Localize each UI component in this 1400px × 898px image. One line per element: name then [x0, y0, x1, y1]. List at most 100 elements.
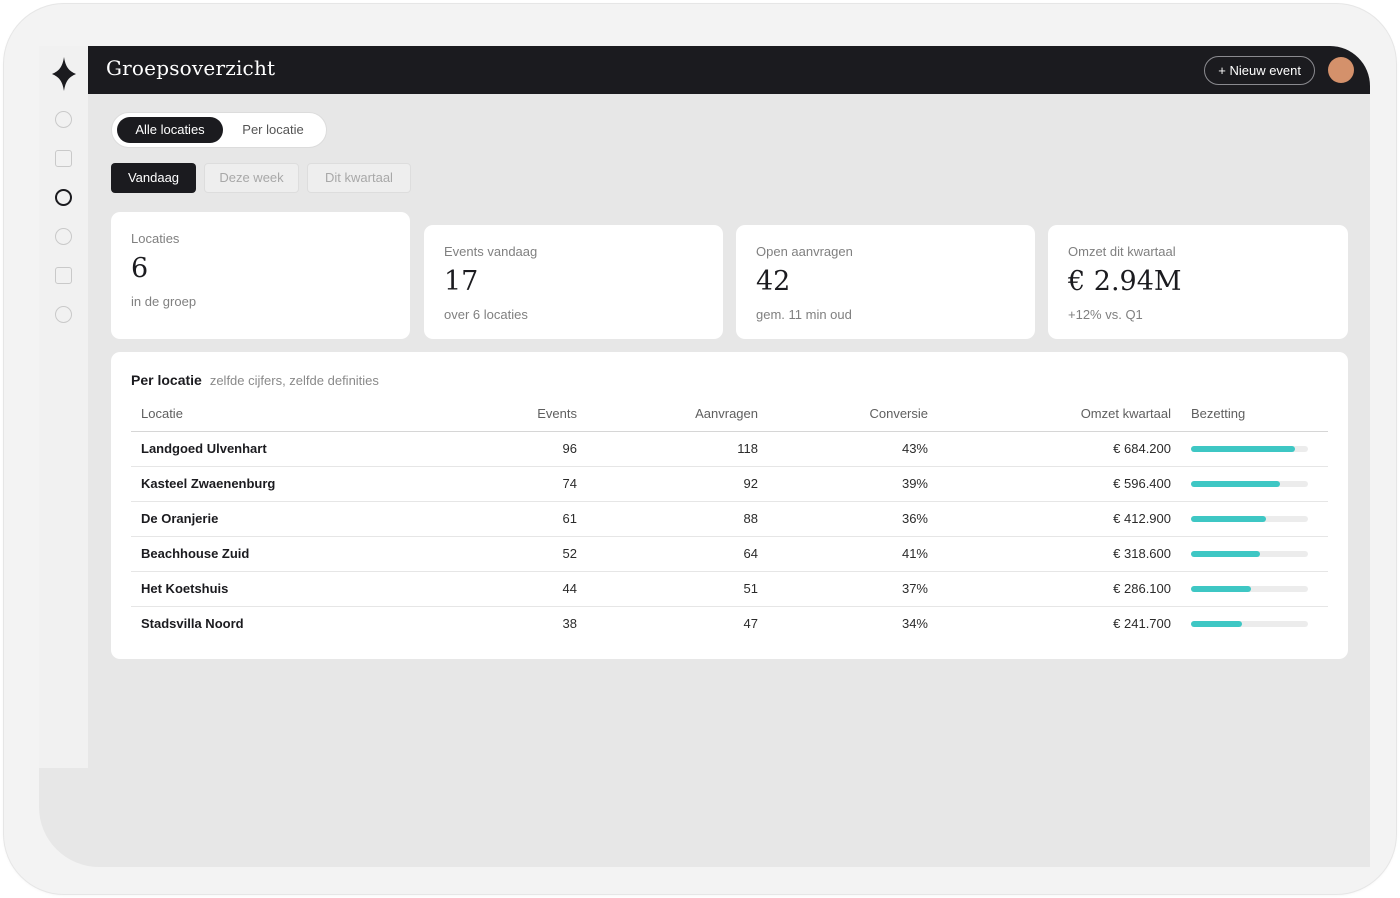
occupancy-bar: [1191, 550, 1308, 557]
occupancy-cell: [1181, 536, 1328, 572]
column-header[interactable]: Aanvragen: [587, 397, 768, 432]
scope-option-per-location[interactable]: Per locatie: [228, 117, 318, 143]
revenue-cell: € 286.100: [938, 571, 1181, 607]
location-name-cell: De Oranjerie: [131, 501, 471, 537]
kpi-label: Open aanvragen: [756, 244, 853, 259]
occupancy-bar: [1191, 480, 1308, 487]
occupancy-cell: [1181, 501, 1328, 537]
nav-item-4-icon[interactable]: [55, 228, 72, 245]
occupancy-bar: [1191, 445, 1308, 452]
kpi-sub: gem. 11 min oud: [756, 307, 852, 322]
locations-table: Locatie Events Aanvragen Conversie Omzet…: [131, 397, 1328, 641]
events-cell: 44: [471, 571, 587, 607]
table-subtitle: zelfde cijfers, zelfde definities: [209, 373, 379, 388]
revenue-cell: € 684.200: [938, 431, 1181, 467]
kpi-value: 42: [756, 266, 791, 297]
location-name-cell: Landgoed Ulvenhart: [131, 431, 471, 467]
table-row[interactable]: Kasteel Zwaenenburg 74 92 39% € 596.400: [131, 466, 1328, 502]
requests-cell: 118: [587, 431, 768, 467]
page-title: Groepsoverzicht: [106, 56, 276, 80]
nav-item-2-icon[interactable]: [55, 150, 72, 167]
occupancy-cell: [1181, 571, 1328, 607]
occupancy-bar: [1191, 620, 1308, 627]
scope-option-all[interactable]: Alle locaties: [117, 117, 223, 143]
kpi-label: Events vandaag: [444, 244, 538, 259]
revenue-cell: € 596.400: [938, 466, 1181, 502]
conversion-cell: 37%: [768, 571, 938, 607]
occupancy-bar-fill: [1191, 550, 1261, 557]
requests-cell: 51: [587, 571, 768, 607]
nav-item-3-icon[interactable]: [55, 189, 72, 206]
events-cell: 96: [471, 431, 587, 467]
occupancy-bar: [1191, 585, 1308, 592]
column-header[interactable]: Events: [471, 397, 587, 432]
table-row[interactable]: Stadsvilla Noord 38 47 34% € 241.700: [131, 606, 1328, 641]
revenue-cell: € 241.700: [1113, 616, 1171, 632]
app-screen: Groepsoverzicht + Nieuw event Alle locat…: [39, 46, 1370, 867]
conversion-cell: 39%: [768, 466, 938, 502]
nav-item-1-icon[interactable]: [55, 111, 72, 128]
kpi-card-revenue-quarter: Omzet dit kwartaal € 2.94M +12% vs. Q1: [1048, 225, 1348, 339]
kpi-label: Omzet dit kwartaal: [1068, 244, 1176, 259]
requests-cell: 92: [587, 466, 768, 502]
revenue-cell: € 412.900: [938, 501, 1181, 537]
kpi-value: 6: [131, 253, 149, 284]
conversion-cell: 43%: [768, 431, 938, 467]
column-header[interactable]: Omzet kwartaal: [938, 397, 1181, 432]
top-bar: Groepsoverzicht + Nieuw event: [88, 46, 1370, 94]
column-header[interactable]: Locatie: [131, 397, 471, 432]
conversion-cell: 36%: [768, 501, 938, 537]
table-row[interactable]: Beachhouse Zuid 52 64 41% € 318.600: [131, 536, 1328, 572]
events-cell: 38: [562, 616, 577, 632]
occupancy-bar-fill: [1191, 620, 1243, 627]
conversion-cell: 41%: [768, 536, 938, 572]
kpi-card-events-today: Events vandaag 17 over 6 locaties: [424, 225, 723, 339]
nav-item-6-icon[interactable]: [55, 306, 72, 323]
location-name-cell: Beachhouse Zuid: [131, 536, 471, 572]
kpi-sub: over 6 locaties: [444, 307, 528, 322]
events-cell: 74: [471, 466, 587, 502]
brand-logo-icon: [52, 57, 76, 91]
table-header: Per locatie zelfde cijfers, zelfde defini…: [131, 370, 379, 389]
events-cell: 61: [471, 501, 587, 537]
table-title: Per locatie: [131, 372, 202, 388]
column-header[interactable]: Bezetting: [1181, 397, 1328, 432]
table-row[interactable]: Landgoed Ulvenhart 96 118 43% € 684.200: [131, 431, 1328, 467]
table-row[interactable]: De Oranjerie 61 88 36% € 412.900: [131, 501, 1328, 537]
location-name-cell: Kasteel Zwaenenburg: [131, 466, 471, 502]
table-row[interactable]: Het Koetshuis 44 51 37% € 286.100: [131, 571, 1328, 607]
kpi-value: 17: [444, 266, 479, 297]
requests-cell: 47: [743, 616, 758, 632]
occupancy-bar-fill: [1191, 480, 1280, 487]
kpi-card-locations: Locaties 6 in de groep: [111, 212, 410, 339]
location-name-cell: Stadsvilla Noord: [141, 616, 244, 632]
requests-cell: 88: [587, 501, 768, 537]
kpi-label: Locaties: [131, 231, 180, 246]
period-tab-quarter[interactable]: Dit kwartaal: [307, 163, 411, 193]
occupancy-bar: [1191, 515, 1308, 522]
side-rail: [39, 46, 88, 768]
conversion-cell: 34%: [901, 616, 928, 632]
new-event-button[interactable]: + Nieuw event: [1204, 56, 1315, 85]
occupancy-cell: [1181, 431, 1328, 467]
requests-cell: 64: [587, 536, 768, 572]
column-header[interactable]: Conversie: [768, 397, 938, 432]
location-name-cell: Het Koetshuis: [131, 571, 471, 607]
occupancy-cell: [1181, 606, 1328, 641]
kpi-value: € 2.94M: [1068, 266, 1182, 297]
device-frame: Groepsoverzicht + Nieuw event Alle locat…: [4, 4, 1396, 894]
nav-item-5-icon[interactable]: [55, 267, 72, 284]
occupancy-bar-fill: [1191, 585, 1251, 592]
avatar[interactable]: [1328, 57, 1354, 83]
period-tab-week[interactable]: Deze week: [204, 163, 299, 193]
events-cell: 52: [471, 536, 587, 572]
period-tab-today[interactable]: Vandaag: [111, 163, 196, 193]
kpi-card-open-requests: Open aanvragen 42 gem. 11 min oud: [736, 225, 1035, 339]
occupancy-cell: [1181, 466, 1328, 502]
kpi-sub: in de groep: [131, 294, 197, 309]
occupancy-bar-fill: [1191, 515, 1266, 522]
scope-toggle: Alle locaties Per locatie: [111, 112, 327, 148]
revenue-cell: € 318.600: [938, 536, 1181, 572]
locations-table-card: Per locatie zelfde cijfers, zelfde defini…: [111, 352, 1348, 659]
occupancy-bar-fill: [1191, 445, 1296, 452]
